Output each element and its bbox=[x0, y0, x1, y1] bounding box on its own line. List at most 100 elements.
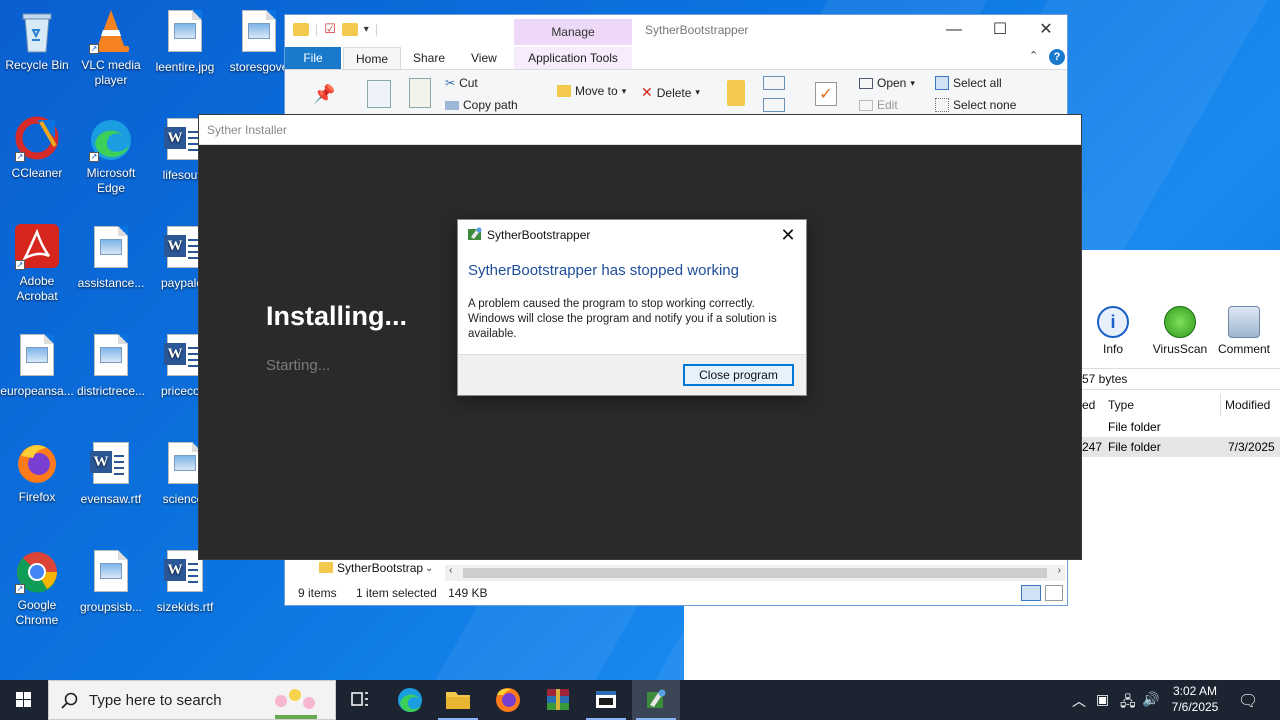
tab-home[interactable]: Home bbox=[343, 47, 402, 69]
desktop-icon-groupsisb[interactable]: groupsisb... bbox=[74, 548, 148, 615]
scroll-right-icon[interactable]: › bbox=[1058, 565, 1061, 576]
select-none-button[interactable]: Select none bbox=[935, 98, 1016, 112]
open-icon bbox=[859, 77, 873, 89]
network-icon[interactable]: ▣ bbox=[1096, 691, 1109, 708]
manage-contextual-tab[interactable]: Manage bbox=[514, 19, 632, 45]
delete-button[interactable]: ✕ Delete ▾ bbox=[641, 84, 700, 101]
table-row[interactable]: 247 File folder 7/3/2025 bbox=[1080, 437, 1280, 457]
edge-icon bbox=[398, 688, 422, 713]
desktop-icon-recycle-bin[interactable]: Recycle Bin bbox=[0, 8, 74, 73]
edit-button[interactable]: Edit bbox=[859, 98, 898, 112]
taskbar-search-box[interactable]: Type here to search bbox=[48, 680, 336, 720]
help-icon[interactable]: ? bbox=[1049, 49, 1065, 65]
dialog-footer: Close program bbox=[458, 354, 806, 395]
desktop-icon-vlc[interactable]: ↗ VLC media player bbox=[74, 8, 148, 88]
tab-file[interactable]: File bbox=[285, 47, 341, 69]
desktop-icon-leentire[interactable]: leentire.jpg bbox=[148, 8, 222, 75]
status-size: 149 KB bbox=[448, 586, 488, 600]
desktop-icon-microsoft-edge[interactable]: ↗ Microsoft Edge bbox=[74, 116, 148, 196]
maximize-icon[interactable]: ☐ bbox=[977, 15, 1023, 45]
volume-icon[interactable]: 🔊 bbox=[1142, 691, 1159, 708]
desktop-icon-adobe-acrobat[interactable]: ↗ Adobe Acrobat bbox=[0, 224, 74, 304]
dialog-title: SytherBootstrapper bbox=[487, 228, 591, 242]
taskbar-clock[interactable]: 3:02 AM 7/6/2025 bbox=[1160, 683, 1230, 715]
properties-icon[interactable]: ☑ bbox=[324, 21, 336, 37]
new-folder-icon[interactable] bbox=[341, 22, 358, 36]
minimize-icon[interactable]: — bbox=[931, 15, 977, 45]
dialog-message: A problem caused the program to stop wor… bbox=[468, 298, 777, 340]
cut-button[interactable]: ✂ Cut bbox=[445, 76, 478, 90]
adobe-acrobat-icon: ↗ bbox=[15, 224, 59, 270]
desktop-icon-ccleaner[interactable]: ↗ CCleaner bbox=[0, 116, 74, 181]
shortcut-arrow-icon: ↗ bbox=[89, 152, 99, 162]
virusscan-button[interactable]: VirusScan bbox=[1149, 300, 1211, 356]
taskbar-file-explorer[interactable] bbox=[434, 680, 482, 720]
move-to-button[interactable]: Move to ▾ bbox=[557, 84, 626, 98]
taskbar-edge[interactable] bbox=[386, 680, 434, 720]
scroll-left-icon[interactable]: ‹ bbox=[449, 565, 452, 576]
collapse-ribbon-icon[interactable]: ⌃ bbox=[1029, 49, 1038, 62]
close-program-button[interactable]: Close program bbox=[683, 364, 794, 386]
image-file-icon bbox=[237, 10, 281, 56]
desktop-icon-evensaw[interactable]: W evensaw.rtf bbox=[74, 440, 148, 507]
desktop-icon-europeansa[interactable]: europeansa... bbox=[0, 332, 74, 399]
taskbar-winrar[interactable] bbox=[534, 680, 582, 720]
taskbar-sytherbootstrapper[interactable] bbox=[632, 680, 680, 720]
comment-button[interactable]: Comment bbox=[1213, 300, 1275, 356]
desktop-icon-assistance[interactable]: assistance... bbox=[74, 224, 148, 291]
explorer-titlebar: | ☑ ▾ | Manage SytherBootstrapper — ☐ ✕ bbox=[285, 15, 1067, 45]
nav-scroll-down-icon[interactable]: ⌄ bbox=[425, 563, 433, 574]
image-file-icon bbox=[89, 550, 133, 596]
pin-icon[interactable]: 📌 bbox=[313, 84, 335, 105]
scrollbar-thumb[interactable] bbox=[463, 568, 1047, 578]
info-button[interactable]: i Info bbox=[1082, 300, 1144, 356]
image-file-icon bbox=[89, 226, 133, 272]
large-icons-view-icon[interactable] bbox=[1045, 585, 1063, 601]
open-button[interactable]: Open ▾ bbox=[859, 76, 915, 90]
search-placeholder: Type here to search bbox=[89, 692, 222, 709]
easy-access-icon[interactable] bbox=[763, 98, 785, 112]
desktop-icon-firefox[interactable]: Firefox bbox=[0, 440, 74, 505]
paste-icon[interactable] bbox=[409, 78, 431, 108]
taskbar-firefox[interactable] bbox=[484, 680, 532, 720]
installer-status: Starting... bbox=[266, 357, 331, 374]
folder-icon[interactable] bbox=[293, 22, 309, 36]
notifications-icon[interactable]: 🗨 bbox=[1238, 691, 1258, 711]
close-icon[interactable]: ✕ bbox=[1023, 15, 1069, 45]
task-view-button[interactable] bbox=[336, 680, 384, 720]
tab-share[interactable]: Share bbox=[401, 47, 457, 69]
size-readout: 57 bytes bbox=[1080, 368, 1280, 390]
new-folder-icon[interactable] bbox=[727, 80, 745, 106]
tab-view[interactable]: View bbox=[459, 47, 509, 69]
dialog-close-icon[interactable]: ✕ bbox=[776, 222, 800, 248]
column-header-name[interactable]: ed bbox=[1082, 394, 1095, 416]
horizontal-scrollbar[interactable]: ‹ › bbox=[445, 565, 1065, 581]
taskbar-installer[interactable] bbox=[582, 680, 630, 720]
column-header-modified[interactable]: Modified bbox=[1220, 394, 1270, 416]
copy-path-icon bbox=[445, 100, 459, 110]
copy-path-button[interactable]: Copy path bbox=[445, 98, 518, 112]
copy-icon[interactable] bbox=[367, 80, 391, 108]
desktop-icon-districtrece[interactable]: districtrece... bbox=[74, 332, 148, 399]
customize-toolbar-chevron-icon[interactable]: ▾ bbox=[364, 24, 369, 35]
show-hidden-icons-icon[interactable]: ︿ bbox=[1072, 691, 1086, 711]
search-highlight-flowers-icon bbox=[275, 689, 317, 719]
windows-logo-icon bbox=[16, 692, 31, 707]
task-view-icon bbox=[351, 692, 368, 706]
details-view-icon[interactable] bbox=[1021, 585, 1041, 601]
start-button[interactable] bbox=[0, 680, 48, 720]
word-document-icon: W bbox=[89, 442, 133, 488]
properties-check-icon[interactable]: ✓ bbox=[815, 82, 837, 106]
folder-icon bbox=[319, 562, 333, 573]
tab-application-tools[interactable]: Application Tools bbox=[514, 47, 632, 69]
ethernet-icon[interactable]: 🖧 bbox=[1120, 691, 1136, 715]
move-folder-icon bbox=[557, 85, 571, 97]
error-dialog: SytherBootstrapper ✕ SytherBootstrapper … bbox=[457, 219, 807, 396]
table-row[interactable]: File folder bbox=[1080, 417, 1280, 437]
new-item-icon[interactable] bbox=[763, 76, 785, 90]
column-header-type[interactable]: Type bbox=[1108, 394, 1134, 416]
nav-item-sytherbootstrapper[interactable]: SytherBootstrap bbox=[285, 557, 445, 579]
select-all-button[interactable]: Select all bbox=[935, 76, 1002, 90]
app-icon bbox=[647, 689, 666, 708]
desktop-icon-google-chrome[interactable]: ↗ Google Chrome bbox=[0, 548, 74, 628]
